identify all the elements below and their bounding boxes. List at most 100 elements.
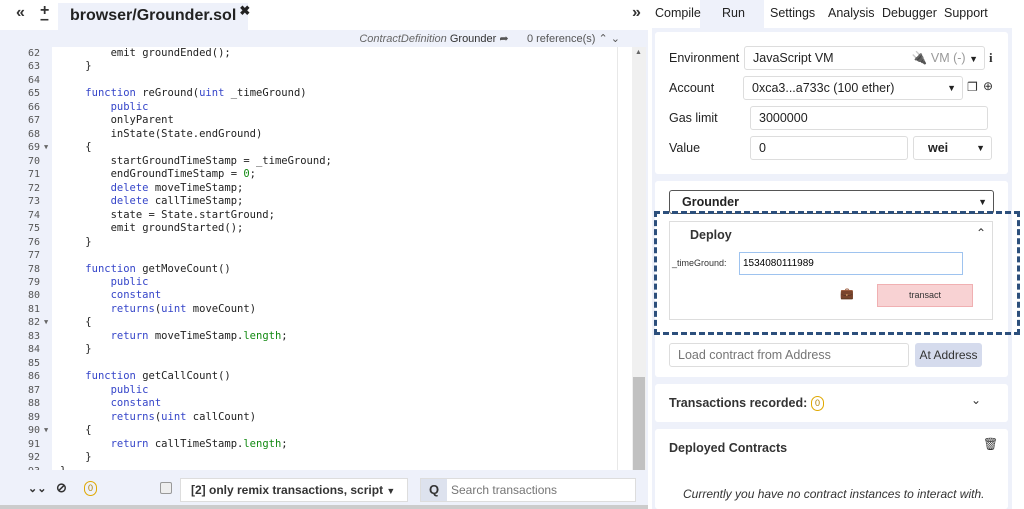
tab-analysis[interactable]: Analysis bbox=[828, 6, 875, 20]
highlight-box bbox=[654, 211, 1020, 335]
code-line: public bbox=[110, 100, 149, 113]
filter-value: [2] only remix transactions, script bbox=[191, 483, 384, 497]
fold-icon[interactable]: ▼ bbox=[44, 316, 48, 329]
line-number: 67 bbox=[28, 115, 41, 127]
tab-debugger[interactable]: Debugger bbox=[882, 6, 937, 20]
info-icon[interactable]: i bbox=[989, 50, 993, 66]
line-number: 63 bbox=[28, 61, 41, 73]
references-count: 0 reference(s) bbox=[526, 33, 596, 45]
code-line: emit groundStarted(); bbox=[110, 222, 244, 235]
code-line: function getMoveCount() bbox=[85, 262, 231, 275]
code-line: } bbox=[60, 60, 92, 73]
no-instances-message: Currently you have no contract instances… bbox=[683, 487, 985, 501]
tab-settings[interactable]: Settings bbox=[770, 6, 815, 20]
scrollbar-thumb[interactable] bbox=[633, 377, 645, 482]
account-select[interactable]: 0xca3...a733c (100 ether) ▼ bbox=[743, 76, 963, 100]
unit-value: wei bbox=[928, 141, 949, 155]
line-number: 82 ▼ bbox=[28, 316, 49, 329]
line-number: 76 bbox=[28, 236, 41, 248]
line-number: 74 bbox=[28, 209, 41, 221]
code-line: } bbox=[60, 451, 92, 464]
close-tab-icon[interactable]: ✖ bbox=[239, 3, 250, 19]
code-line: onlyParent bbox=[110, 114, 174, 127]
code-line: { bbox=[60, 316, 92, 329]
editor-scrollbar[interactable]: ▲ bbox=[632, 47, 646, 490]
print-margin bbox=[617, 47, 618, 487]
deployed-card: Deployed Contracts 🗑 Currently you have … bbox=[655, 429, 1008, 509]
fold-icon[interactable]: ▼ bbox=[44, 141, 48, 154]
environment-value: JavaScript VM bbox=[753, 51, 834, 65]
line-number: 92 bbox=[28, 452, 41, 464]
at-address-button[interactable]: At Address bbox=[915, 343, 982, 367]
fold-icon[interactable]: ▼ bbox=[44, 424, 48, 437]
line-number: 84 bbox=[28, 344, 41, 356]
scroll-up-icon[interactable]: ▲ bbox=[635, 49, 642, 56]
context-name: Grounder bbox=[449, 33, 497, 45]
deployed-contracts-label: Deployed Contracts bbox=[669, 441, 788, 455]
add-account-icon[interactable]: ⊕ bbox=[983, 79, 993, 93]
gas-limit-input[interactable] bbox=[750, 106, 988, 130]
code-line: inState(State.endGround) bbox=[110, 127, 263, 140]
toggle-terminal-icon[interactable]: ⌄⌄ bbox=[28, 482, 46, 495]
load-address-input[interactable] bbox=[669, 343, 909, 367]
dropdown-arrow-icon: ▼ bbox=[976, 143, 985, 153]
line-number: 77 bbox=[28, 250, 41, 262]
line-number: 73 bbox=[28, 196, 41, 208]
value-label: Value bbox=[669, 141, 701, 155]
tab-compile[interactable]: Compile bbox=[655, 6, 701, 20]
code-line: public bbox=[110, 275, 149, 288]
dropdown-arrow-icon: ▼ bbox=[386, 486, 396, 496]
code-area[interactable]: emit groundEnded(); } function reGround(… bbox=[52, 47, 632, 490]
gas-limit-label: Gas limit bbox=[669, 111, 718, 125]
unit-select[interactable]: wei ▼ bbox=[913, 136, 992, 160]
listen-checkbox[interactable] bbox=[160, 482, 172, 494]
code-line: { bbox=[60, 141, 92, 154]
tab-run[interactable]: Run bbox=[722, 6, 745, 20]
trash-icon[interactable]: 🗑 bbox=[983, 437, 998, 451]
line-number: 86 bbox=[28, 371, 41, 383]
line-number: 75 bbox=[28, 223, 41, 235]
line-number: 62 bbox=[28, 48, 41, 59]
code-line: startGroundTimeStamp = _timeGround; bbox=[110, 154, 332, 167]
copy-icon[interactable]: ❐ bbox=[967, 80, 978, 94]
collapse-left-icon[interactable]: « bbox=[16, 4, 25, 22]
goto-definition-icon[interactable]: ➦ bbox=[499, 33, 508, 45]
environment-label: Environment bbox=[669, 51, 740, 65]
code-line: constant bbox=[110, 289, 162, 302]
line-number: 90 ▼ bbox=[28, 424, 49, 437]
code-line: return callTimeStamp.length; bbox=[110, 437, 288, 450]
clear-console-icon[interactable]: ⊘ bbox=[56, 480, 67, 496]
line-number: 85 bbox=[28, 357, 41, 369]
code-line: state = State.startGround; bbox=[110, 208, 275, 221]
account-value: 0xca3...a733c (100 ether) bbox=[752, 81, 895, 95]
line-number: 65 bbox=[28, 88, 41, 100]
environment-select[interactable]: JavaScript VM 🔌 VM (-) ▼ bbox=[744, 46, 985, 70]
search-transactions-input[interactable] bbox=[451, 481, 631, 499]
code-editor[interactable]: ContractDefinition Grounder ➦ 0 referenc… bbox=[0, 30, 648, 490]
line-number: 64 bbox=[28, 74, 41, 86]
code-line: endGroundTimeStamp = 0; bbox=[110, 168, 256, 181]
file-tab[interactable]: browser/Grounder.sol ✖ bbox=[58, 3, 250, 30]
zoom-plus-minus-icon[interactable]: + – bbox=[40, 3, 49, 28]
search-icon: Q bbox=[421, 479, 447, 501]
line-number: 88 bbox=[28, 398, 41, 410]
plug-icon: 🔌 bbox=[911, 51, 928, 65]
code-line: return moveTimeStamp.length; bbox=[110, 329, 288, 342]
dropdown-arrow-icon: ▼ bbox=[978, 197, 987, 207]
transactions-card[interactable]: Transactions recorded: 0 ⌄ bbox=[655, 384, 1008, 422]
panel-border bbox=[0, 505, 648, 509]
tab-support[interactable]: Support bbox=[944, 6, 988, 20]
expand-icon[interactable]: ⌄ bbox=[971, 393, 981, 407]
prev-reference-icon[interactable]: ⌃ bbox=[599, 33, 608, 45]
line-number: 91 bbox=[28, 438, 41, 450]
next-reference-icon[interactable]: ⌄ bbox=[611, 33, 620, 45]
pending-tx-badge: 0 bbox=[84, 481, 97, 496]
code-line: constant bbox=[110, 397, 162, 410]
collapse-right-icon[interactable]: » bbox=[632, 4, 641, 22]
transaction-filter-dropdown[interactable]: [2] only remix transactions, script ▼ bbox=[180, 478, 408, 502]
value-input[interactable] bbox=[750, 136, 908, 160]
line-number: 79 bbox=[28, 276, 41, 288]
